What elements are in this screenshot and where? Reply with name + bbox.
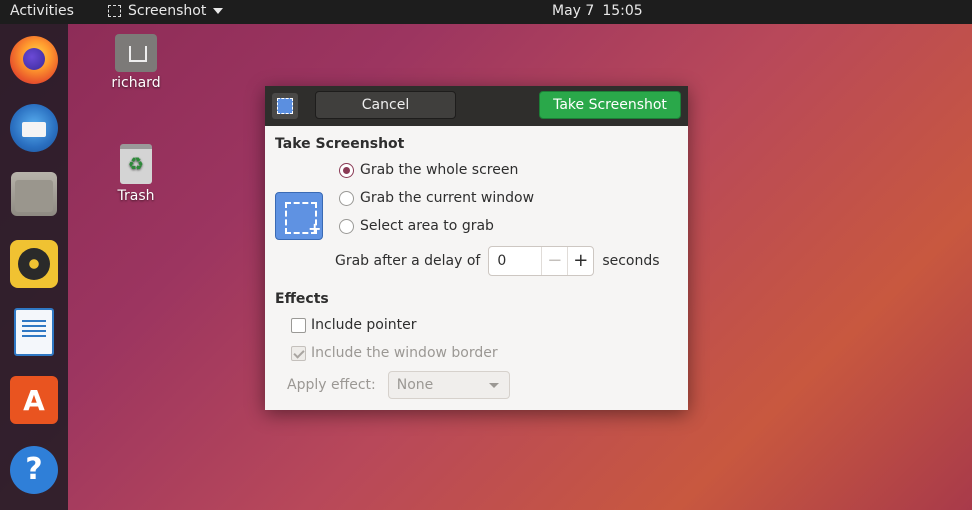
chevron-down-icon [213, 8, 224, 14]
firefox-icon[interactable] [10, 36, 58, 84]
take-screenshot-heading: Take Screenshot [275, 136, 405, 152]
option-whole-screen-label: Grab the whole screen [360, 162, 519, 178]
screenshot-app-icon [108, 5, 121, 17]
option-whole-screen[interactable]: Grab the whole screen [339, 160, 518, 180]
include-pointer-label: Include pointer [311, 317, 417, 333]
desktop-trash[interactable]: ♻ Trash [96, 144, 176, 204]
increment-button[interactable]: + [567, 247, 593, 275]
trash-label: Trash [117, 188, 155, 204]
option-select-area-label: Select area to grab [360, 218, 494, 234]
include-border-row[interactable]: Include the window border [291, 343, 498, 363]
radio-current-window[interactable] [339, 190, 354, 206]
delay-unit-label: seconds [602, 253, 660, 269]
thunderbird-icon[interactable] [10, 104, 58, 152]
option-current-window[interactable]: Grab the current window [339, 188, 534, 208]
home-folder-label: richard [111, 75, 161, 91]
cancel-button[interactable]: Cancel [315, 91, 456, 119]
apply-effect-value: None [396, 377, 434, 393]
app-menu[interactable]: Screenshot [108, 3, 224, 19]
clock-time: 15:05 [602, 3, 643, 19]
apply-effect-dropdown[interactable]: None [387, 371, 510, 399]
screenshot-dialog: Cancel Take Screenshot Take Screenshot G… [265, 86, 688, 410]
help-icon[interactable]: ? [10, 446, 58, 494]
libreoffice-writer-icon[interactable] [14, 308, 54, 356]
home-folder-icon [115, 34, 157, 72]
clock-date: May 7 [552, 3, 595, 19]
dialog-headerbar: Cancel Take Screenshot [265, 86, 688, 126]
take-screenshot-button[interactable]: Take Screenshot [539, 91, 681, 119]
decrement-button[interactable]: − [541, 247, 567, 275]
screenshot-area-icon [275, 192, 323, 240]
include-border-checkbox[interactable] [291, 345, 306, 361]
delay-spinbutton[interactable]: 0 − + [488, 246, 595, 276]
delay-row: Grab after a delay of 0 − + seconds [335, 246, 660, 276]
top-bar: Activities Screenshot May 7 15:05 [0, 0, 972, 24]
delay-label: Grab after a delay of [335, 253, 481, 269]
include-pointer-row[interactable]: Include pointer [291, 315, 417, 335]
radio-select-area[interactable] [339, 218, 354, 234]
files-icon[interactable] [11, 172, 57, 216]
dock: ? [0, 24, 68, 510]
chevron-down-icon [488, 383, 499, 388]
trash-icon: ♻ [120, 144, 152, 184]
effects-heading: Effects [275, 291, 329, 307]
ubuntu-software-icon[interactable] [10, 376, 58, 424]
apply-effect-row: Apply effect: None [287, 370, 510, 400]
include-border-label: Include the window border [311, 345, 498, 361]
option-select-area[interactable]: Select area to grab [339, 216, 494, 236]
clock[interactable]: May 7 15:05 [552, 3, 643, 19]
radio-whole-screen[interactable] [339, 162, 354, 178]
activities-button[interactable]: Activities [10, 3, 74, 19]
delay-input[interactable]: 0 [489, 247, 541, 275]
apply-effect-label: Apply effect: [287, 377, 376, 393]
rhythmbox-icon[interactable] [10, 240, 58, 288]
app-menu-label: Screenshot [128, 3, 207, 19]
area-select-icon [272, 93, 298, 119]
include-pointer-checkbox[interactable] [291, 317, 306, 333]
option-current-window-label: Grab the current window [360, 190, 535, 206]
desktop-home-folder[interactable]: richard [96, 34, 176, 91]
